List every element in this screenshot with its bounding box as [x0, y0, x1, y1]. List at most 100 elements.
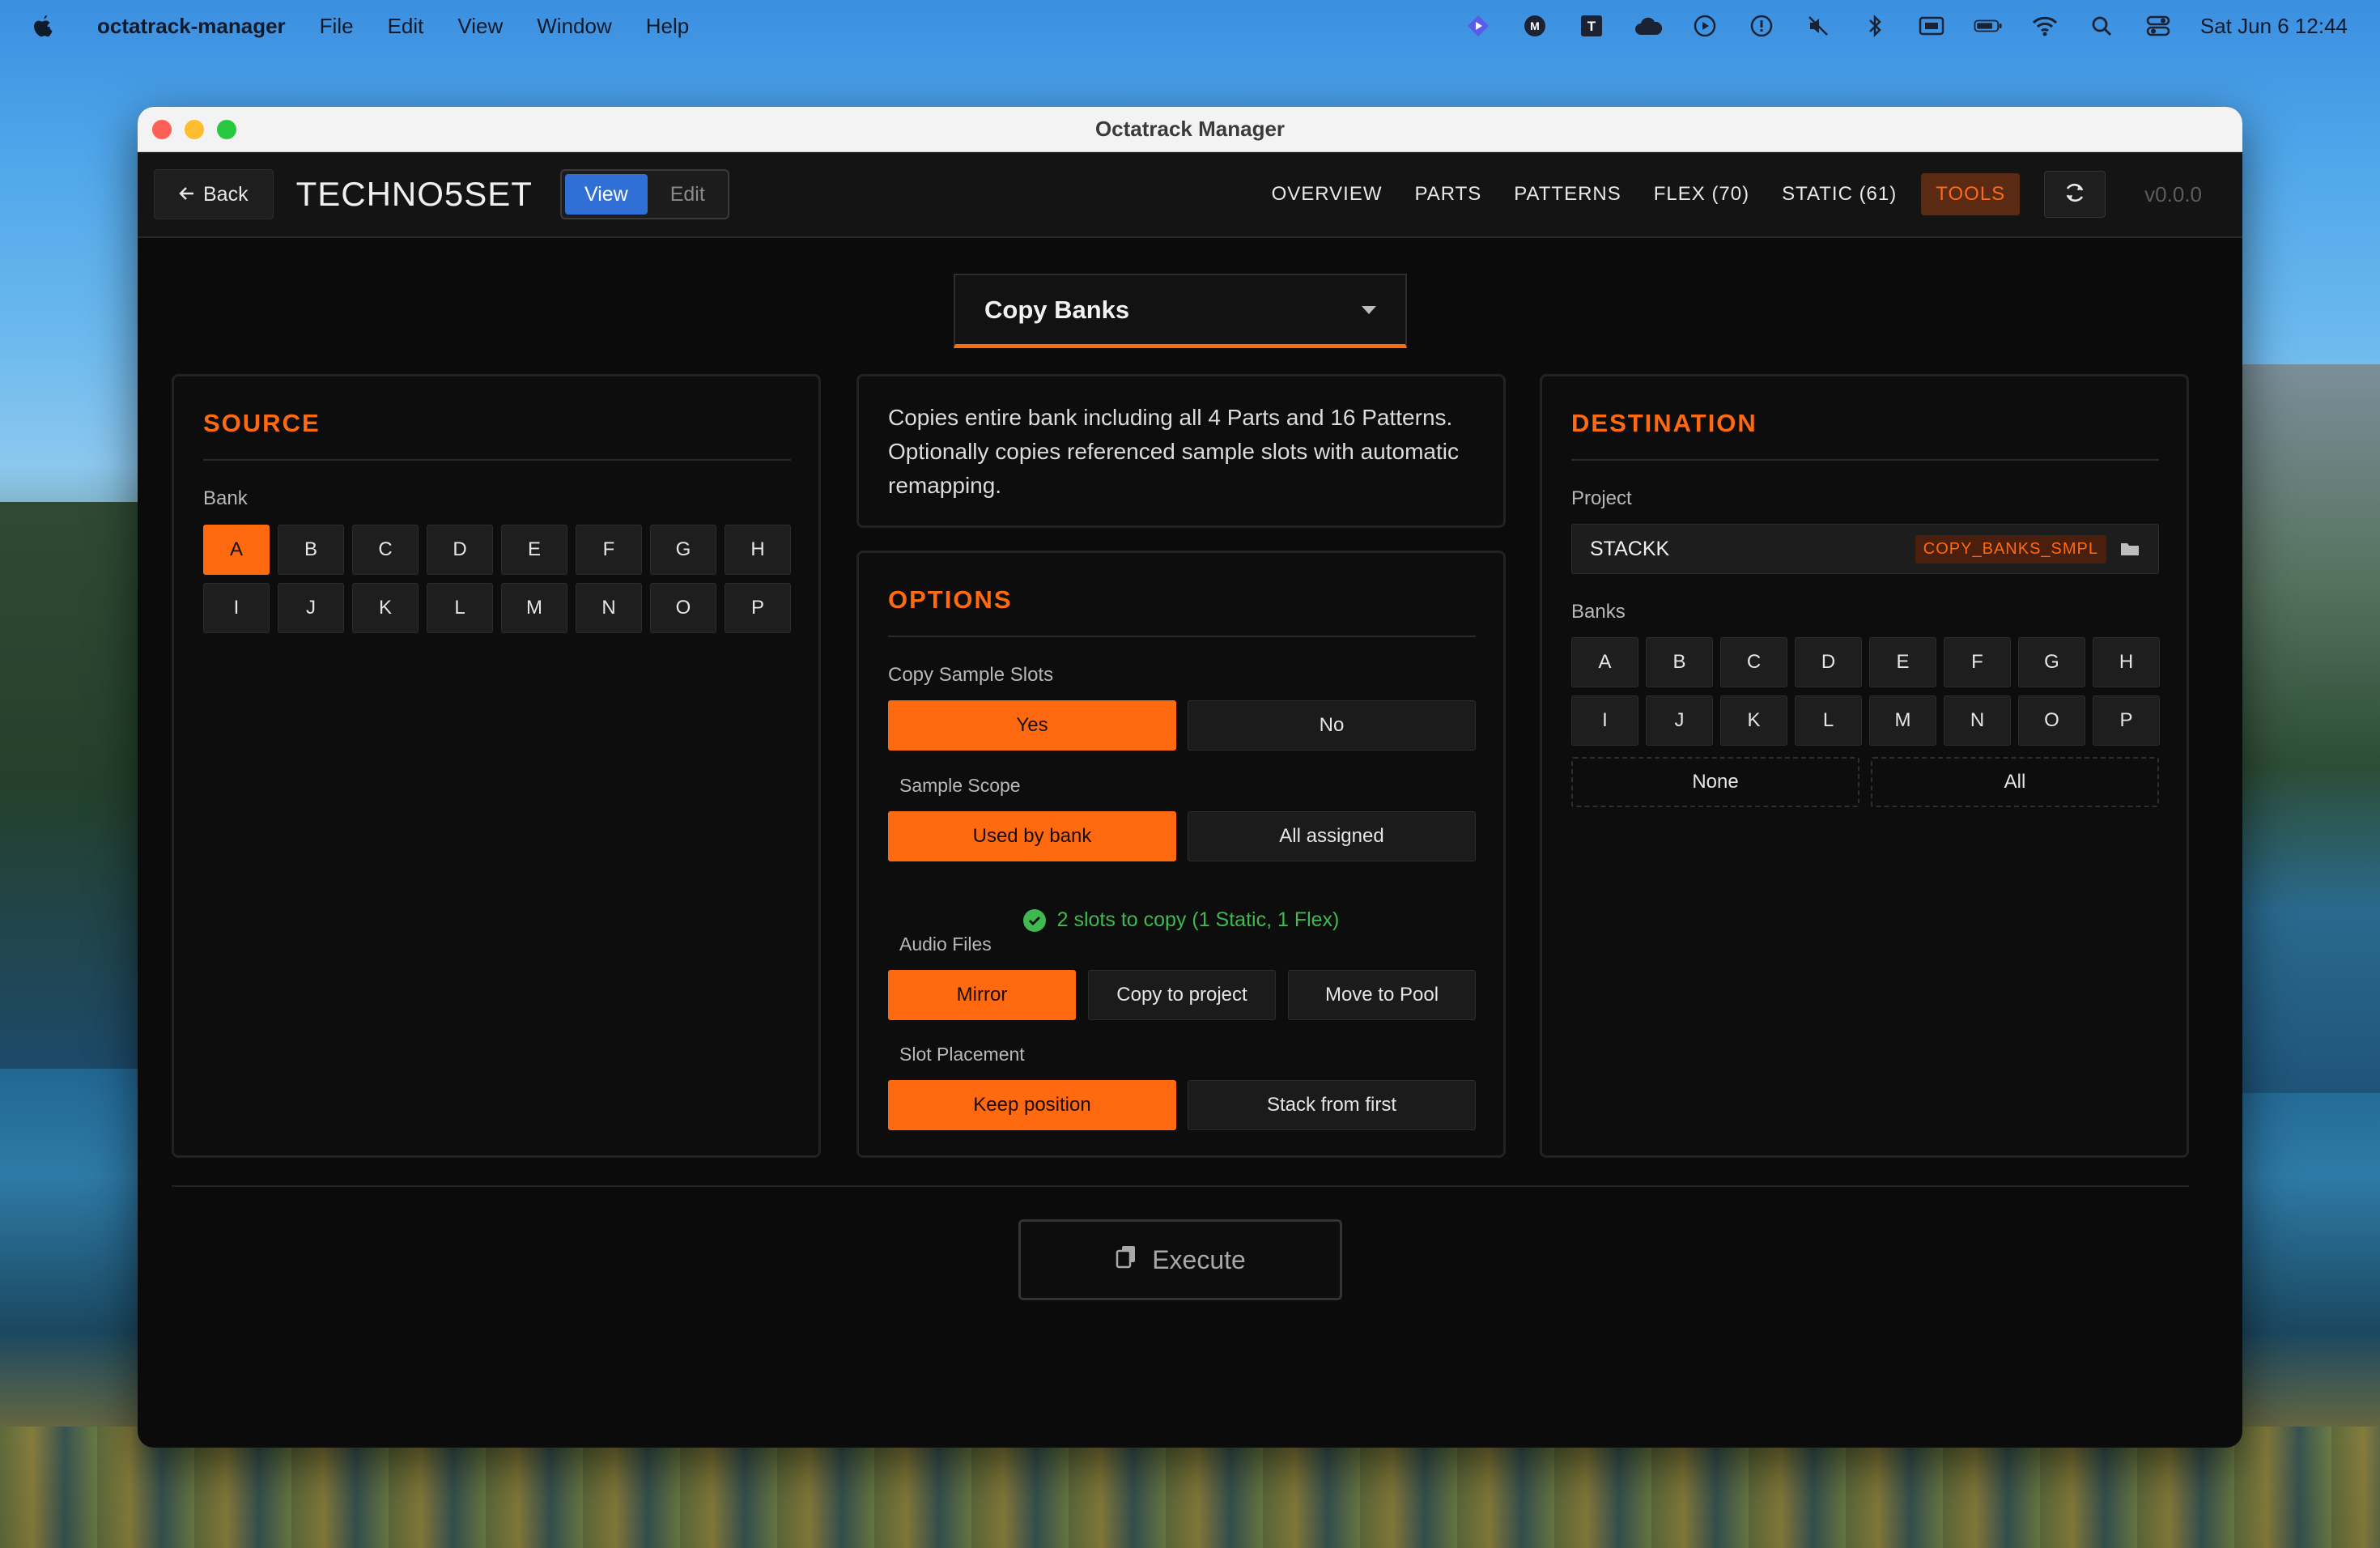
edit-mode-button[interactable]: Edit	[651, 174, 725, 215]
refresh-icon	[2063, 181, 2087, 209]
dest-bank-j[interactable]: J	[1646, 695, 1713, 746]
source-bank-b[interactable]: B	[278, 525, 344, 575]
copy-samples-no-button[interactable]: No	[1188, 700, 1476, 751]
execute-button[interactable]: Execute	[1018, 1219, 1342, 1300]
alert-circle-icon[interactable]	[1747, 11, 1776, 40]
cloud-icon[interactable]	[1634, 11, 1663, 40]
tool-select-dropdown[interactable]: Copy Banks	[954, 274, 1407, 348]
maximize-window-button[interactable]	[217, 120, 236, 139]
audio-mirror-button[interactable]: Mirror	[888, 970, 1076, 1020]
back-label: Back	[203, 182, 249, 206]
menubar-clock[interactable]: Sat Jun 6 12:44	[2200, 14, 2348, 39]
mute-icon[interactable]	[1804, 11, 1833, 40]
dest-bank-o[interactable]: O	[2018, 695, 2085, 746]
source-divider	[203, 459, 791, 461]
scope-used-by-bank-button[interactable]: Used by bank	[888, 811, 1176, 861]
dest-bank-n[interactable]: N	[1944, 695, 2011, 746]
folder-icon[interactable]	[2119, 538, 2140, 559]
nav-overview[interactable]: OVERVIEW	[1264, 173, 1391, 215]
nav-static[interactable]: STATIC (61)	[1774, 173, 1905, 215]
dest-bank-f[interactable]: F	[1944, 637, 2011, 687]
dest-bank-h[interactable]: H	[2093, 637, 2160, 687]
dest-select-all-button[interactable]: All	[1871, 757, 2159, 807]
control-center-icon[interactable]	[2144, 11, 2173, 40]
dest-bank-l[interactable]: L	[1795, 695, 1862, 746]
source-bank-n[interactable]: N	[576, 583, 642, 633]
t-icon[interactable]: T	[1577, 11, 1606, 40]
source-bank-c[interactable]: C	[352, 525, 419, 575]
battery-icon[interactable]	[1974, 11, 2003, 40]
close-window-button[interactable]	[152, 120, 172, 139]
slot-summary: 2 slots to copy (1 Static, 1 Flex)	[859, 908, 1503, 932]
nav-parts[interactable]: PARTS	[1406, 173, 1490, 215]
placement-stack-from-first-button[interactable]: Stack from first	[1188, 1080, 1476, 1130]
dest-bank-m[interactable]: M	[1869, 695, 1936, 746]
window-titlebar: Octatrack Manager	[138, 107, 2242, 152]
source-bank-f[interactable]: F	[576, 525, 642, 575]
dest-bank-c[interactable]: C	[1720, 637, 1787, 687]
menu-edit[interactable]: Edit	[388, 14, 424, 39]
search-icon[interactable]	[2087, 11, 2116, 40]
dest-select-none-button[interactable]: None	[1571, 757, 1859, 807]
menu-help[interactable]: Help	[646, 14, 689, 39]
bluetooth-icon[interactable]	[1860, 11, 1889, 40]
project-title: TECHNO5SET	[295, 175, 533, 213]
apple-icon[interactable]	[32, 13, 55, 39]
menu-view[interactable]: View	[457, 14, 503, 39]
nav-tools[interactable]: TOOLS	[1921, 173, 2021, 215]
scope-all-assigned-button[interactable]: All assigned	[1188, 811, 1476, 861]
source-bank-o[interactable]: O	[650, 583, 716, 633]
app-version: v0.0.0	[2144, 181, 2202, 206]
minimize-window-button[interactable]	[185, 120, 204, 139]
menu-window[interactable]: Window	[537, 14, 611, 39]
dest-bank-d[interactable]: D	[1795, 637, 1862, 687]
play-circle-icon[interactable]	[1690, 11, 1719, 40]
view-mode-button[interactable]: View	[564, 174, 648, 215]
source-bank-label: Bank	[203, 487, 248, 509]
copy-sample-slots-label: Copy Sample Slots	[888, 664, 1054, 686]
source-bank-k[interactable]: K	[352, 583, 419, 633]
destination-project-label: Project	[1571, 487, 1632, 509]
dest-bank-a[interactable]: A	[1571, 637, 1638, 687]
refresh-button[interactable]	[2044, 171, 2106, 218]
wifi-icon[interactable]	[2030, 11, 2059, 40]
m-icon[interactable]: M	[1520, 11, 1549, 40]
destination-project-picker[interactable]: STACKK COPY_BANKS_SMPL	[1571, 524, 2159, 574]
copy-samples-yes-button[interactable]: Yes	[888, 700, 1176, 751]
audio-move-to-pool-button[interactable]: Move to Pool	[1288, 970, 1476, 1020]
source-bank-d[interactable]: D	[427, 525, 493, 575]
svg-text:T: T	[1587, 19, 1596, 34]
dest-bank-p[interactable]: P	[2093, 695, 2160, 746]
nav-patterns[interactable]: PATTERNS	[1506, 173, 1629, 215]
source-bank-p[interactable]: P	[725, 583, 791, 633]
app-header: Back TECHNO5SET View Edit OVERVIEW PARTS…	[138, 152, 2242, 238]
tool-description: Copies entire bank including all 4 Parts…	[888, 405, 1460, 498]
source-bank-i[interactable]: I	[203, 583, 270, 633]
dest-bank-e[interactable]: E	[1869, 637, 1936, 687]
back-button[interactable]: Back	[154, 169, 274, 219]
dest-bank-k[interactable]: K	[1720, 695, 1787, 746]
options-title: OPTIONS	[888, 585, 1013, 614]
source-bank-grid: A B C D E F G H I J K L M N O P	[203, 525, 791, 633]
menu-file[interactable]: File	[320, 14, 354, 39]
source-bank-h[interactable]: H	[725, 525, 791, 575]
linear-icon[interactable]	[1464, 11, 1493, 40]
nav-flex[interactable]: FLEX (70)	[1646, 173, 1757, 215]
placement-keep-position-button[interactable]: Keep position	[888, 1080, 1176, 1130]
destination-project-tag: COPY_BANKS_SMPL	[1915, 534, 2106, 563]
source-bank-l[interactable]: L	[427, 583, 493, 633]
source-bank-m[interactable]: M	[501, 583, 567, 633]
source-bank-e[interactable]: E	[501, 525, 567, 575]
display-icon[interactable]	[1917, 11, 1946, 40]
destination-panel: DESTINATION Project STACKK COPY_BANKS_SM…	[1540, 374, 2189, 1158]
source-bank-a[interactable]: A	[203, 525, 270, 575]
dest-bank-b[interactable]: B	[1646, 637, 1713, 687]
mode-toggle: View Edit	[559, 169, 729, 219]
dest-bank-g[interactable]: G	[2018, 637, 2085, 687]
dest-bank-i[interactable]: I	[1571, 695, 1638, 746]
chevron-down-icon	[1362, 305, 1376, 314]
menubar-app-name[interactable]: octatrack-manager	[97, 14, 286, 39]
audio-copy-to-project-button[interactable]: Copy to project	[1088, 970, 1276, 1020]
source-bank-j[interactable]: J	[278, 583, 344, 633]
source-bank-g[interactable]: G	[650, 525, 716, 575]
